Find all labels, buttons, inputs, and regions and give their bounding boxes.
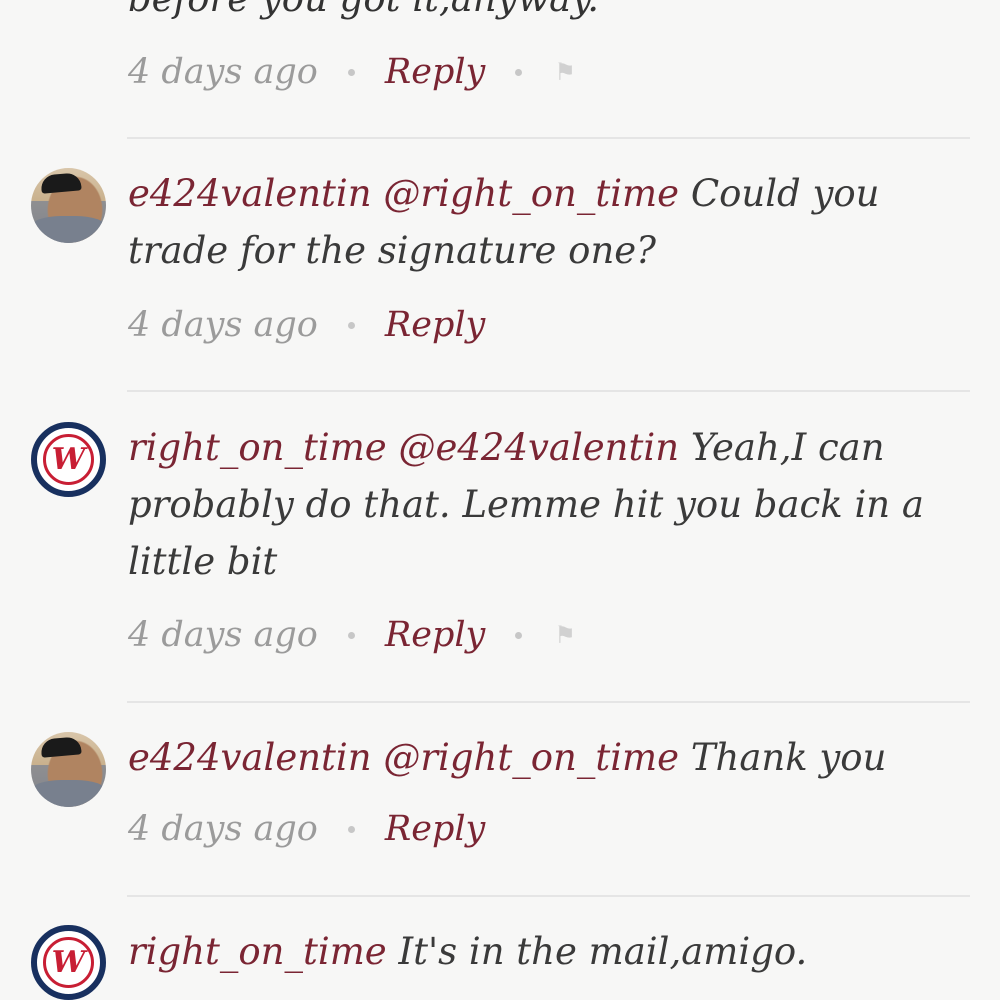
comment-time: 4 days ago [128,52,318,92]
comment-meta: 4 days ago Reply [128,302,485,348]
avatar-cap [40,172,82,194]
comment-text: right_on_time @e424valentin Yeah,I can p… [128,419,970,590]
comment-time: 4 days ago [128,305,318,345]
comment-text: right_on_time It's in the mail,amigo. [128,923,970,980]
reply-button[interactable]: Reply [385,52,485,92]
logo-letter: W [51,441,86,477]
comment-meta: 4 days ago Reply ⚑ [128,612,576,658]
comment-text: e424valentin @right_on_time Thank you [128,729,970,786]
comment-divider [127,895,970,897]
comment-username[interactable]: right_on_time [128,930,387,973]
comment-divider [127,137,970,139]
avatar-cap [40,736,82,758]
separator-dot [347,321,355,329]
comment-time: 4 days ago [128,809,318,849]
comment-username[interactable]: right_on_time [128,426,387,469]
avatar[interactable]: W [31,925,106,1000]
nationals-logo-icon: W [43,937,94,988]
comment-body: Thank you [690,736,887,779]
avatar-shirt [31,780,106,807]
avatar[interactable] [31,732,106,807]
comment-meta: 4 days ago Reply ⚑ [128,49,576,95]
comment-text: e424valentin @right_on_time Could you tr… [128,165,970,279]
comment-body: It's in the mail,amigo. [398,930,808,973]
comment-time: 4 days ago [128,615,318,655]
comment-mention[interactable]: @right_on_time [383,172,679,215]
separator-dot [515,631,523,639]
flag-icon[interactable]: ⚑ [554,58,576,86]
logo-letter: W [51,944,86,980]
separator-dot [347,631,355,639]
comment-mention[interactable]: @e424valentin [398,426,679,469]
comment-username[interactable]: e424valentin [128,172,372,215]
avatar[interactable]: W [31,422,106,497]
comment-thread: before you got it,anyway. 4 days ago Rep… [0,0,1000,1000]
separator-dot [347,68,355,76]
comment-meta: 4 days ago Reply [128,806,485,852]
nationals-logo-icon: W [43,434,94,485]
comment-username[interactable]: e424valentin [128,736,372,779]
separator-dot [515,68,523,76]
avatar[interactable] [31,168,106,243]
comment-body: before you got it,anyway. [128,0,599,20]
comment-divider [127,390,970,392]
comment-mention[interactable]: @right_on_time [383,736,679,779]
comment-divider [127,701,970,703]
avatar-shirt [31,216,106,243]
comment-text: before you got it,anyway. [128,0,970,27]
reply-button[interactable]: Reply [385,615,485,655]
flag-icon[interactable]: ⚑ [554,621,576,649]
reply-button[interactable]: Reply [385,305,485,345]
separator-dot [347,825,355,833]
reply-button[interactable]: Reply [385,809,485,849]
